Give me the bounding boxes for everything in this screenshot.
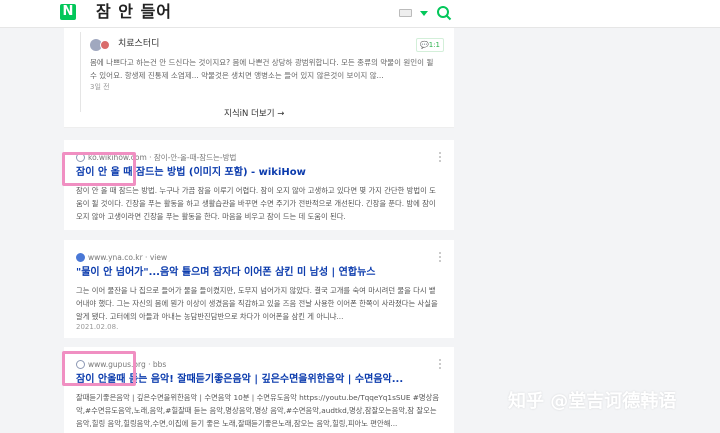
answer-snippet[interactable]: 몸에 나쁘다고 하는건 안 드신다는 것이지요? 몸에 나쁜건 상당하 광범위합… (90, 56, 440, 82)
answer-badge: 💬1:1 (416, 38, 444, 52)
result-snippet: 잘때듣기좋은음악 | 깊은수면을위한음악 | 수면음악 10분 | 수면유도음악… (76, 393, 440, 428)
answer-date: 3일 전 (90, 83, 110, 91)
chevron-down-icon[interactable] (420, 11, 428, 16)
more-options-icon[interactable] (439, 152, 441, 162)
divider (80, 32, 81, 112)
result-snippet: 그는 이어 물잔을 나 집으로 들어가 물을 들이켰지만, 도무지 넘어가지 않… (76, 286, 438, 321)
result-source[interactable]: www.yna.co.kr · view (88, 252, 167, 263)
answer-author[interactable]: 치료스터디 (118, 38, 159, 51)
more-options-icon[interactable] (439, 359, 441, 369)
search-results-page: N 잠 안 들어 치료스터디 💬1:1 몸에 나쁘다고 하는건 안 드신다는 것… (0, 0, 720, 433)
more-options-icon[interactable] (439, 252, 441, 262)
highlight-box (62, 152, 136, 186)
result-snippet: 잠이 안 올 때 잠드는 방법. 누구나 가끔 잠을 이루기 어렵다. 잠이 오… (76, 186, 436, 221)
search-icon[interactable] (436, 5, 452, 21)
naver-logo[interactable]: N (60, 4, 76, 20)
result-title[interactable]: "물이 안 넘어가"...음악 틀으며 잠자다 이어폰 삼킨 미 남성 | 연합… (76, 266, 446, 280)
watermark: 知乎 @堂吉诃德韩语 (508, 391, 677, 412)
knowledge-answer-card: 치료스터디 💬1:1 몸에 나쁘다고 하는건 안 드신다는 것이지요? 몸에 나… (64, 28, 454, 128)
highlight-box (62, 351, 136, 386)
search-header: N 잠 안 들어 (0, 0, 720, 28)
result-date: 2021.02.08. (76, 323, 119, 331)
search-query[interactable]: 잠 안 들어 (96, 2, 172, 22)
news-icon (76, 253, 85, 262)
more-link[interactable]: 지식iN 더보기 → (224, 108, 284, 120)
avatar[interactable] (100, 40, 110, 50)
search-result-2: www.yna.co.kr · view "물이 안 넘어가"...음악 틀으며… (64, 240, 454, 338)
keyboard-icon[interactable] (399, 9, 412, 17)
